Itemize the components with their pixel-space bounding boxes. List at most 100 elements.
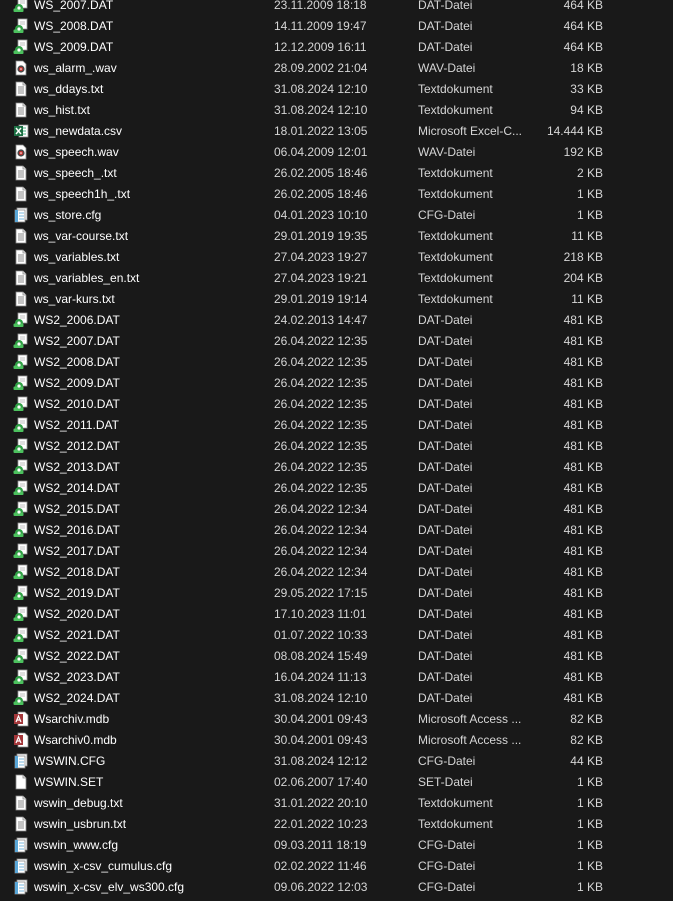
file-row[interactable]: WS2_2022.DAT 08.08.2024 15:49 DAT-Datei 481…	[0, 646, 673, 667]
file-row[interactable]: WS2_2020.DAT 17.10.2023 11:01 DAT-Datei 481…	[0, 604, 673, 625]
blank-file-icon	[13, 774, 29, 790]
file-name: wswin_www.cfg	[34, 838, 119, 852]
file-row[interactable]: ws_store.cfg 04.01.2023 10:10 CFG-Datei 1 K…	[0, 205, 673, 226]
file-row[interactable]: WS2_2024.DAT 31.08.2024 12:10 DAT-Datei 481…	[0, 688, 673, 709]
file-row[interactable]: ws_var-course.txt 29.01.2019 19:35 Textdok…	[0, 226, 673, 247]
file-row[interactable]: WS2_2017.DAT 26.04.2022 12:34 DAT-Datei 481…	[0, 541, 673, 562]
file-type: DAT-Datei	[418, 397, 473, 411]
file-date: 09.03.2011 18:19	[274, 838, 367, 852]
file-date: 18.01.2022 13:05	[274, 124, 368, 138]
file-row[interactable]: ws_speech.wav 06.04.2009 12:01 WAV-Datei 19…	[0, 142, 673, 163]
file-row[interactable]: wswin_debug.txt 31.01.2022 20:10 Textdokum…	[0, 793, 673, 814]
dat-file-icon	[13, 522, 29, 538]
file-type: DAT-Datei	[418, 607, 473, 621]
file-row[interactable]: WS2_2018.DAT 26.04.2022 12:34 DAT-Datei 481…	[0, 562, 673, 583]
dat-file-icon	[13, 564, 29, 580]
file-row[interactable]: ws_ddays.txt 31.08.2024 12:10 Textdokument…	[0, 79, 673, 100]
file-type: CFG-Datei	[418, 754, 476, 768]
file-row[interactable]: ws_speech1h_.txt 26.02.2005 18:46 Textdoku…	[0, 184, 673, 205]
file-row[interactable]: WS2_2012.DAT 26.04.2022 12:35 DAT-Datei 481…	[0, 436, 673, 457]
file-row[interactable]: ws_newdata.csv 18.01.2022 13:05 Microsoft …	[0, 121, 673, 142]
file-date: 16.04.2024 11:13	[274, 670, 367, 684]
file-row[interactable]: WS2_2015.DAT 26.04.2022 12:34 DAT-Datei 481…	[0, 499, 673, 520]
file-date: 26.04.2022 12:35	[274, 355, 368, 369]
file-size: 204 KB	[563, 271, 603, 285]
file-type: DAT-Datei	[418, 334, 473, 348]
file-row[interactable]: ws_variables_en.txt 27.04.2023 19:21 Textd…	[0, 268, 673, 289]
file-date: 26.04.2022 12:35	[274, 418, 368, 432]
file-row[interactable]: WS2_2010.DAT 26.04.2022 12:35 DAT-Datei 481…	[0, 394, 673, 415]
file-date: 26.04.2022 12:34	[274, 523, 368, 537]
file-size: 44 KB	[570, 754, 603, 768]
file-size: 481 KB	[563, 439, 603, 453]
file-row[interactable]: wswin_x-csv_cumulus.cfg 02.02.2022 11:46 C…	[0, 856, 673, 877]
file-date: 31.08.2024 12:10	[274, 82, 368, 96]
file-name: WS2_2015.DAT	[34, 502, 120, 516]
file-name: WS2_2024.DAT	[34, 691, 120, 705]
file-size: 11 KB	[571, 292, 603, 306]
file-row[interactable]: ws_variables.txt 27.04.2023 19:27 Textdoku…	[0, 247, 673, 268]
file-row[interactable]: WS2_2013.DAT 26.04.2022 12:35 DAT-Datei 481…	[0, 457, 673, 478]
file-size: 481 KB	[563, 376, 603, 390]
file-size: 481 KB	[563, 334, 603, 348]
file-row[interactable]: Wsarchiv.mdb 30.04.2001 09:43 Microsoft Ac…	[0, 709, 673, 730]
file-size: 481 KB	[563, 397, 603, 411]
file-row[interactable]: WSWIN.SET 02.06.2007 17:40 SET-Datei 1 KB	[0, 772, 673, 793]
file-row[interactable]: WS_2007.DAT 23.11.2009 18:18 DAT-Datei 464 …	[0, 0, 673, 16]
file-row[interactable]: WS2_2014.DAT 26.04.2022 12:35 DAT-Datei 481…	[0, 478, 673, 499]
file-row[interactable]: WS_2009.DAT 12.12.2009 16:11 DAT-Datei 464 …	[0, 37, 673, 58]
file-row[interactable]: WS2_2006.DAT 24.02.2013 14:47 DAT-Datei 481…	[0, 310, 673, 331]
txt-file-icon	[13, 816, 29, 832]
file-row[interactable]: ws_hist.txt 31.08.2024 12:10 Textdokument 9…	[0, 100, 673, 121]
file-type: CFG-Datei	[418, 838, 476, 852]
file-row[interactable]: WS2_2016.DAT 26.04.2022 12:34 DAT-Datei 481…	[0, 520, 673, 541]
file-type: Microsoft Access ...	[418, 712, 522, 726]
file-row[interactable]: wswin_usbrun.txt 22.01.2022 10:23 Textdoku…	[0, 814, 673, 835]
file-type: DAT-Datei	[418, 19, 473, 33]
file-type: Textdokument	[418, 229, 493, 243]
file-row[interactable]: WS2_2019.DAT 29.05.2022 17:15 DAT-Datei 481…	[0, 583, 673, 604]
file-size: 11 KB	[571, 229, 603, 243]
file-row[interactable]: Wsarchiv0.mdb 30.04.2001 09:43 Microsoft A…	[0, 730, 673, 751]
file-row[interactable]: WS2_2021.DAT 01.07.2022 10:33 DAT-Datei 481…	[0, 625, 673, 646]
file-type: DAT-Datei	[418, 523, 473, 537]
file-type: WAV-Datei	[418, 145, 476, 159]
file-size: 481 KB	[563, 628, 603, 642]
file-date: 12.12.2009 16:11	[274, 40, 367, 54]
file-row[interactable]: WSWIN.CFG 31.08.2024 12:12 CFG-Datei 44 KB	[0, 751, 673, 772]
file-date: 30.04.2001 09:43	[274, 712, 368, 726]
file-name: ws_ddays.txt	[34, 82, 104, 96]
dat-file-icon	[13, 501, 29, 517]
txt-file-icon	[13, 270, 29, 286]
file-date: 22.01.2022 10:23	[274, 817, 368, 831]
file-row[interactable]: WS2_2011.DAT 26.04.2022 12:35 DAT-Datei 481…	[0, 415, 673, 436]
file-row[interactable]: ws_var-kurs.txt 29.01.2019 19:14 Textdokum…	[0, 289, 673, 310]
file-size: 481 KB	[563, 355, 603, 369]
file-name: ws_newdata.csv	[34, 124, 123, 138]
file-row[interactable]: WS_2008.DAT 14.11.2009 19:47 DAT-Datei 464 …	[0, 16, 673, 37]
file-type: DAT-Datei	[418, 355, 473, 369]
file-type: DAT-Datei	[418, 439, 473, 453]
file-row[interactable]: wswin_x-csv_elv_ws300.cfg 09.06.2022 12:0…	[0, 877, 673, 898]
file-row[interactable]: WS2_2007.DAT 26.04.2022 12:35 DAT-Datei 481…	[0, 331, 673, 352]
file-row[interactable]: wswin_www.cfg 09.03.2011 18:19 CFG-Datei 1 …	[0, 835, 673, 856]
file-size: 94 KB	[570, 103, 603, 117]
file-row[interactable]: WS2_2008.DAT 26.04.2022 12:35 DAT-Datei 481…	[0, 352, 673, 373]
file-type: DAT-Datei	[418, 418, 473, 432]
file-date: 30.04.2001 09:43	[274, 733, 368, 747]
file-date: 26.04.2022 12:34	[274, 565, 368, 579]
dat-file-icon	[13, 417, 29, 433]
file-name: WS2_2008.DAT	[34, 355, 120, 369]
file-date: 08.08.2024 15:49	[274, 649, 368, 663]
file-type: Textdokument	[418, 817, 493, 831]
file-size: 464 KB	[563, 40, 603, 54]
file-row[interactable]: ws_speech_.txt 26.02.2005 18:46 Textdokume…	[0, 163, 673, 184]
file-row[interactable]: WS2_2023.DAT 16.04.2024 11:13 DAT-Datei 481…	[0, 667, 673, 688]
file-date: 02.06.2007 17:40	[274, 775, 368, 789]
cfg-file-icon	[13, 753, 29, 769]
file-name: wswin_x-csv_cumulus.cfg	[34, 859, 173, 873]
file-row[interactable]: ws_alarm_.wav 28.09.2002 21:04 WAV-Datei 18…	[0, 58, 673, 79]
file-date: 17.10.2023 11:01	[274, 607, 367, 621]
file-name: WS2_2020.DAT	[34, 607, 120, 621]
file-row[interactable]: WS2_2009.DAT 26.04.2022 12:35 DAT-Datei 481…	[0, 373, 673, 394]
